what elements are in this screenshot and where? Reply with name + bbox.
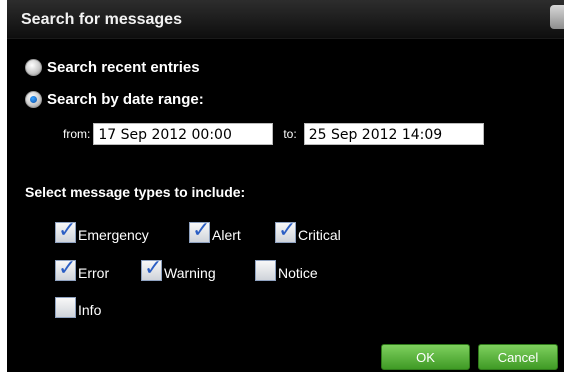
titlebar-control-button[interactable]: [550, 5, 564, 29]
from-date-field[interactable]: 17 Sep 2012 00:00: [93, 123, 274, 145]
message-types-heading: Select message types to include:: [25, 184, 246, 200]
checkbox-notice-label: Notice: [278, 265, 318, 281]
checkbox-critical-label: Critical: [298, 227, 341, 243]
checkbox-emergency-label: Emergency: [78, 227, 149, 243]
search-messages-dialog: Search for messages Search recent entrie…: [7, 0, 564, 372]
checkbox-warning-box[interactable]: [141, 256, 162, 281]
ok-button[interactable]: OK: [381, 344, 470, 370]
radio-button-range[interactable]: [25, 91, 42, 108]
checkbox-critical-box[interactable]: [275, 218, 296, 243]
radio-search-range[interactable]: Search by date range:: [25, 91, 204, 108]
checkbox-alert-box[interactable]: [189, 218, 210, 243]
dialog-titlebar[interactable]: Search for messages: [7, 0, 564, 39]
checkbox-notice-box[interactable]: [255, 260, 276, 281]
radio-search-recent[interactable]: Search recent entries: [25, 59, 200, 76]
radio-recent-label: Search recent entries: [47, 59, 200, 76]
to-label: to:: [283, 127, 297, 141]
dialog-title: Search for messages: [21, 11, 182, 28]
cancel-button[interactable]: Cancel: [478, 344, 558, 370]
from-label: from:: [63, 127, 91, 141]
checkbox-info-label: Info: [78, 302, 102, 318]
to-date-field[interactable]: 25 Sep 2012 14:09: [303, 123, 484, 145]
checkbox-error-box[interactable]: [55, 256, 76, 281]
checkbox-error[interactable]: Error: [55, 256, 110, 281]
checkbox-warning[interactable]: Warning: [141, 256, 216, 281]
checkbox-notice[interactable]: Notice: [255, 260, 318, 281]
checkbox-emergency[interactable]: Emergency: [55, 218, 149, 243]
checkbox-critical[interactable]: Critical: [275, 218, 341, 243]
checkbox-warning-label: Warning: [164, 265, 216, 281]
checkbox-info-box[interactable]: [55, 297, 76, 318]
checkbox-info[interactable]: Info: [55, 297, 101, 318]
date-range-row: from: 17 Sep 2012 00:00 to: 25 Sep 2012 …: [63, 123, 484, 145]
checkbox-error-label: Error: [78, 265, 110, 281]
checkbox-emergency-box[interactable]: [55, 218, 76, 243]
radio-button-recent[interactable]: [25, 59, 42, 76]
radio-range-label: Search by date range:: [47, 91, 204, 108]
checkbox-alert[interactable]: Alert: [189, 218, 241, 243]
dialog-body: Search recent entries Search by date ran…: [7, 39, 564, 372]
checkbox-alert-label: Alert: [212, 227, 241, 243]
